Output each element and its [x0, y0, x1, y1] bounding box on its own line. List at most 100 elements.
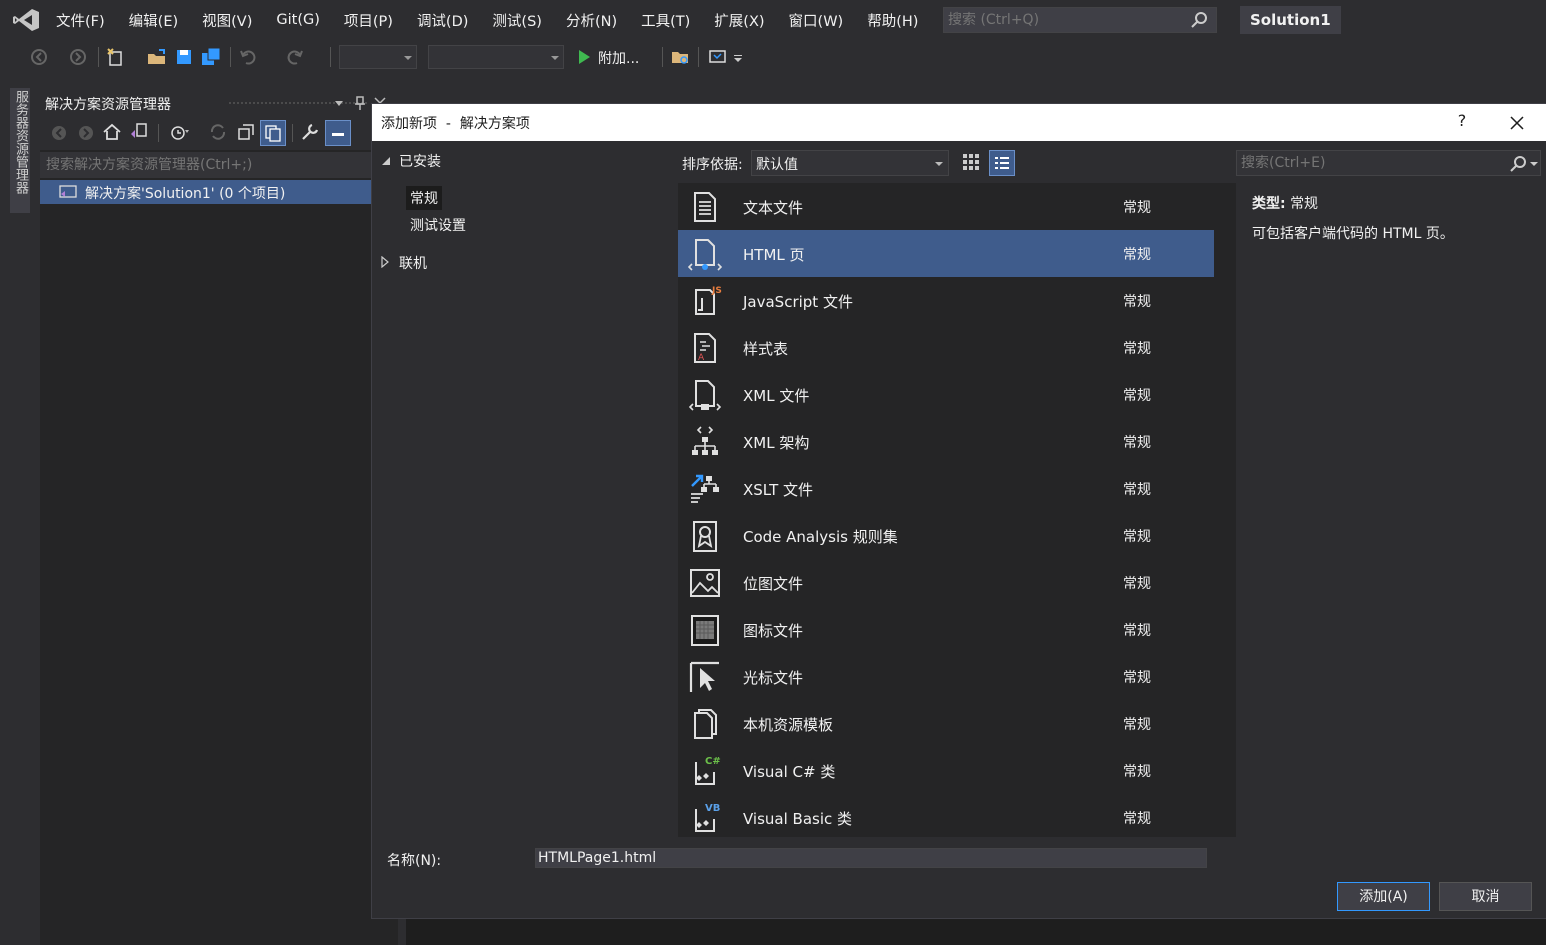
- forward-icon[interactable]: [77, 124, 95, 142]
- list-view-icon: [995, 157, 1009, 169]
- name-label: 名称(N):: [387, 853, 442, 869]
- expanded-arrow-icon[interactable]: [381, 156, 391, 166]
- template-row[interactable]: XML 架构 常规: [678, 418, 1214, 465]
- solution-tree-item[interactable]: 解决方案'Solution1' (0 个项目): [40, 180, 398, 204]
- save-icon[interactable]: [173, 46, 195, 68]
- tree-node-general[interactable]: 常规: [406, 186, 442, 210]
- template-row[interactable]: XML 文件 常规: [678, 371, 1214, 418]
- dialog-titlebar: 添加新项 - 解决方案项 ?: [372, 104, 1546, 141]
- open-icon[interactable]: [146, 46, 168, 68]
- template-category: 常规: [1123, 670, 1151, 686]
- toolbar-separator: [662, 47, 663, 67]
- play-icon[interactable]: [573, 46, 595, 68]
- template-row[interactable]: C# Visual C# 类 常规: [678, 747, 1214, 794]
- chevron-down-icon[interactable]: [1530, 161, 1538, 167]
- tree-node-installed[interactable]: 已安装: [399, 151, 441, 171]
- close-icon[interactable]: [1506, 112, 1528, 134]
- collapsed-arrow-icon[interactable]: [381, 256, 389, 268]
- template-name: 本机资源模板: [743, 716, 834, 734]
- sync-icon[interactable]: [208, 122, 228, 142]
- solution-explorer-icon[interactable]: [707, 46, 729, 68]
- code-analysis-icon: [693, 521, 717, 552]
- vb-class-icon: VB: [695, 803, 720, 832]
- template-row[interactable]: HTML 页 常规: [678, 230, 1214, 277]
- global-search-input[interactable]: [944, 8, 1178, 32]
- template-category: 常规: [1123, 717, 1151, 733]
- menu-item[interactable]: 扩展(X): [702, 10, 776, 31]
- home-icon[interactable]: [102, 122, 122, 142]
- menu-item[interactable]: 窗口(W): [777, 10, 856, 31]
- template-name: HTML 页: [743, 246, 805, 264]
- template-row[interactable]: 本机资源模板 常规: [678, 700, 1214, 747]
- new-project-icon[interactable]: [105, 46, 127, 68]
- server-explorer-tab[interactable]: 服务器资源管理器: [10, 88, 30, 213]
- template-row[interactable]: JS JavaScript 文件 常规: [678, 277, 1214, 324]
- tree-node-online[interactable]: 联机: [399, 253, 427, 273]
- small-icons-view-icon[interactable]: [960, 151, 982, 173]
- menu-item[interactable]: 测试(S): [480, 10, 554, 31]
- menu-item[interactable]: 分析(N): [554, 10, 629, 31]
- template-row[interactable]: A 样式表 常规: [678, 324, 1214, 371]
- collapse-all-icon[interactable]: [236, 122, 256, 142]
- search-icon: [1510, 156, 1526, 172]
- template-row[interactable]: 图标文件 常规: [678, 606, 1214, 653]
- preview-selected-button[interactable]: [325, 120, 351, 146]
- solution-explorer-search-input[interactable]: [40, 152, 366, 178]
- pending-changes-filter-icon[interactable]: [168, 122, 190, 142]
- template-name: XML 架构: [743, 434, 810, 452]
- name-input[interactable]: [536, 849, 1198, 867]
- template-search-input[interactable]: [1237, 151, 1501, 175]
- show-all-files-button[interactable]: [260, 120, 286, 146]
- menu-item[interactable]: 工具(T): [629, 10, 702, 31]
- redo-icon[interactable]: [283, 46, 305, 68]
- template-row[interactable]: Code Analysis 规则集 常规: [678, 512, 1214, 559]
- sort-by-dropdown[interactable]: 默认值: [751, 150, 949, 176]
- undo-icon[interactable]: [238, 46, 260, 68]
- tree-node-test-settings[interactable]: 测试设置: [410, 215, 466, 235]
- menu-item[interactable]: 调试(D): [405, 10, 480, 31]
- menu-item[interactable]: 帮助(H): [855, 10, 930, 31]
- template-search-box[interactable]: [1236, 150, 1541, 176]
- template-row[interactable]: 位图文件 常规: [678, 559, 1214, 606]
- menu-item[interactable]: Git(G): [264, 12, 332, 28]
- template-row[interactable]: VB Visual Basic 类 常规: [678, 794, 1214, 837]
- add-button[interactable]: 添加(A): [1337, 882, 1430, 911]
- properties-wrench-icon[interactable]: [300, 122, 320, 142]
- global-search-box[interactable]: [943, 7, 1217, 33]
- chevron-down-icon[interactable]: [334, 99, 344, 107]
- solution-explorer-search[interactable]: [40, 152, 398, 178]
- template-name: 光标文件: [743, 669, 804, 687]
- pin-icon[interactable]: [354, 95, 366, 111]
- cancel-button[interactable]: 取消: [1439, 882, 1532, 911]
- template-row[interactable]: 文本文件 常规: [678, 183, 1214, 230]
- html-page-icon: [688, 239, 722, 271]
- save-all-icon[interactable]: [200, 46, 222, 68]
- switch-views-icon[interactable]: [129, 122, 149, 142]
- template-row[interactable]: 光标文件 常规: [678, 653, 1214, 700]
- menu-item[interactable]: 编辑(E): [117, 10, 190, 31]
- back-icon[interactable]: [28, 46, 50, 68]
- find-in-files-icon[interactable]: [670, 46, 692, 68]
- menu-item[interactable]: 项目(P): [332, 10, 405, 31]
- name-field[interactable]: [535, 848, 1207, 868]
- solution-configuration-dropdown[interactable]: [339, 45, 417, 69]
- back-icon[interactable]: [50, 124, 68, 142]
- template-row[interactable]: XSLT 文件 常规: [678, 465, 1214, 512]
- forward-icon[interactable]: [67, 46, 89, 68]
- panel-grip[interactable]: [228, 101, 368, 105]
- template-name: 位图文件: [743, 575, 804, 593]
- bitmap-file-icon: [690, 569, 720, 597]
- template-name: JavaScript 文件: [743, 293, 853, 311]
- template-category: 常规: [1123, 341, 1151, 357]
- solution-explorer-header: 解决方案资源管理器: [40, 90, 398, 116]
- menu-item[interactable]: 视图(V): [190, 10, 264, 31]
- solution-platform-dropdown[interactable]: [428, 45, 564, 69]
- template-category: 常规: [1123, 200, 1151, 216]
- menu-item[interactable]: 文件(F): [44, 10, 117, 31]
- template-name: Code Analysis 规则集: [743, 528, 898, 546]
- toolbar-overflow-icon[interactable]: [733, 54, 743, 64]
- type-label: 类型:: [1252, 196, 1286, 212]
- list-view-button[interactable]: [989, 150, 1015, 176]
- help-button[interactable]: ?: [1452, 111, 1472, 133]
- attach-button-label[interactable]: 附加...: [598, 48, 639, 68]
